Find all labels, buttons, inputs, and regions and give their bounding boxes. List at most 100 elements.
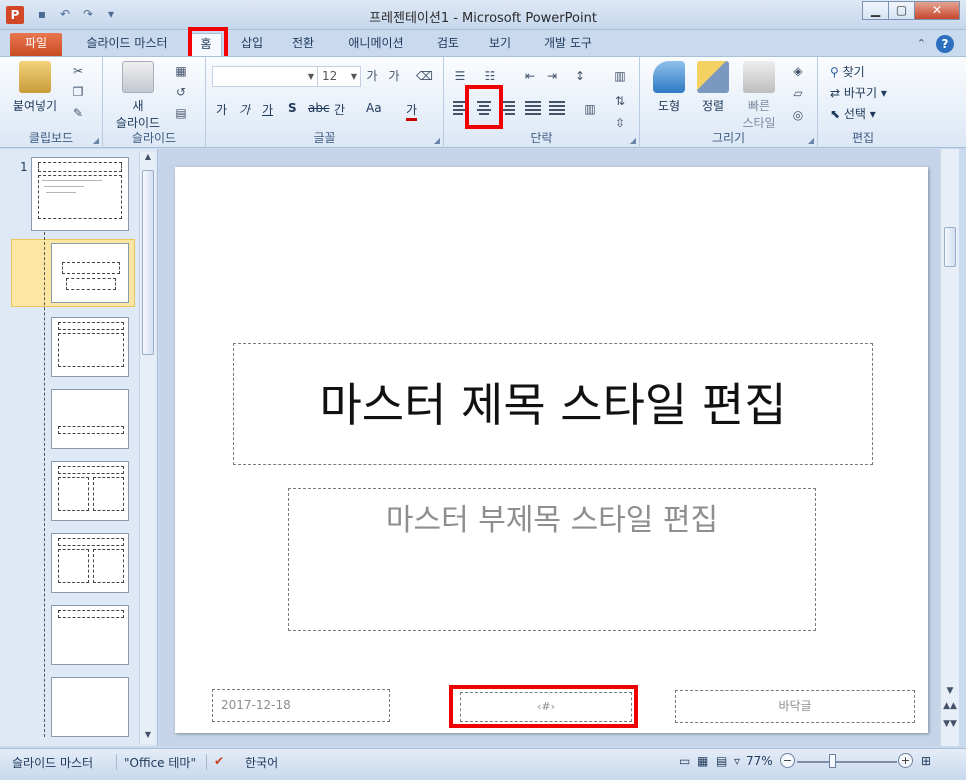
italic-button[interactable]: 가: [239, 101, 250, 118]
tab-view[interactable]: 보기: [480, 33, 520, 56]
text-direction-icon[interactable]: ⇅: [612, 93, 628, 109]
find-button[interactable]: ⚲ 찾기: [830, 63, 865, 80]
spellcheck-icon[interactable]: ✔: [214, 754, 224, 768]
font-name-combo[interactable]: ▼: [212, 66, 318, 87]
increase-indent-icon[interactable]: ⇥: [544, 68, 560, 84]
slide-scrollbar[interactable]: ▼ ▲▲ ▼▼: [940, 149, 959, 746]
master-thumbnail[interactable]: [31, 157, 129, 231]
highlight-slide-number: [449, 685, 638, 728]
layout-thumbnail-comparison[interactable]: [51, 533, 129, 593]
underline-button[interactable]: 가: [262, 101, 273, 118]
line-spacing-icon[interactable]: ↕: [572, 68, 588, 84]
zoom-level[interactable]: 77%: [746, 754, 773, 768]
clipboard-launcher-icon[interactable]: ◢: [93, 136, 99, 145]
shadow-button[interactable]: S: [288, 101, 297, 115]
layout-icon[interactable]: ▦: [173, 63, 189, 79]
tab-review[interactable]: 검토: [428, 33, 468, 56]
replace-button[interactable]: ⇄ 바꾸기 ▾: [830, 84, 887, 101]
decrease-indent-icon[interactable]: ⇤: [522, 68, 538, 84]
fit-slide-icon[interactable]: ⊞: [921, 754, 931, 768]
quick-styles-button[interactable]: 빠른 스타일: [736, 61, 782, 131]
copy-icon[interactable]: ❐: [70, 84, 86, 100]
zoom-slider-thumb[interactable]: [829, 754, 836, 768]
bold-button[interactable]: 가: [216, 101, 227, 118]
char-spacing-button[interactable]: 간: [334, 101, 345, 118]
paragraph-launcher-icon[interactable]: ◢: [630, 136, 636, 145]
scroll-down-icon[interactable]: ▼: [140, 730, 156, 744]
layout-thumbnail-section[interactable]: [51, 389, 129, 449]
scroll-up-icon[interactable]: ▲: [140, 152, 156, 166]
zoom-out-button[interactable]: −: [780, 753, 795, 768]
reading-view-icon[interactable]: ▤: [716, 754, 727, 768]
previous-slide-icon[interactable]: ▲▲: [941, 701, 959, 711]
help-icon[interactable]: ?: [936, 35, 954, 53]
tab-animations[interactable]: 애니메이션: [336, 33, 416, 56]
format-painter-icon[interactable]: ✎: [70, 105, 86, 121]
font-size-combo[interactable]: 12 ▼: [317, 66, 361, 87]
drawing-launcher-icon[interactable]: ◢: [808, 136, 814, 145]
change-case-button[interactable]: Aa: [366, 101, 382, 115]
slides-group: 새 슬라이드 ▦ ↺ ▤ 슬라이드: [103, 57, 206, 148]
find-icon: ⚲: [830, 65, 839, 79]
grow-font-icon[interactable]: 가: [364, 68, 380, 84]
next-slide-icon[interactable]: ▼▼: [941, 719, 959, 729]
section-icon[interactable]: ▤: [173, 105, 189, 121]
shape-effects-icon[interactable]: ◎: [790, 107, 806, 123]
clipboard-group: 붙여넣기 ✂ ❐ ✎ 클립보드 ◢: [0, 57, 103, 148]
scroll-down-icon[interactable]: ▼: [941, 686, 959, 696]
layout-thumbnail-two-content[interactable]: [51, 461, 129, 521]
layout-thumbnail-title-only[interactable]: [51, 605, 129, 665]
shape-outline-icon[interactable]: ▱: [790, 85, 806, 101]
arrange-button[interactable]: 정렬: [692, 61, 734, 114]
slideshow-icon[interactable]: ▿: [734, 754, 740, 768]
close-button[interactable]: ✕: [914, 1, 960, 20]
font-color-button[interactable]: 가: [406, 101, 418, 121]
status-language-label[interactable]: 한국어: [245, 754, 278, 771]
footer-placeholder[interactable]: 바닥글: [675, 690, 915, 723]
status-separator: [206, 754, 207, 770]
shapes-button[interactable]: 도형: [648, 61, 690, 114]
tab-developer[interactable]: 개발 도구: [533, 33, 603, 56]
thumb-line: [42, 180, 102, 181]
tab-transitions[interactable]: 전환: [283, 33, 323, 56]
columns-icon[interactable]: ▥: [612, 68, 628, 84]
tab-file[interactable]: 파일: [10, 33, 62, 56]
new-slide-button[interactable]: 새 슬라이드: [107, 61, 169, 131]
slide-sorter-icon[interactable]: ▦: [697, 754, 708, 768]
strikethrough-button[interactable]: abc: [308, 101, 330, 115]
layout-thumbnail-content[interactable]: [51, 317, 129, 377]
justify-button[interactable]: [523, 99, 543, 117]
layout-thumbnail-blank[interactable]: [51, 677, 129, 737]
clear-format-icon[interactable]: ⌫: [416, 68, 433, 84]
normal-view-icon[interactable]: ▭: [679, 754, 690, 768]
thumbnail-scroll-thumb[interactable]: [142, 170, 154, 355]
cut-icon[interactable]: ✂: [70, 63, 86, 79]
thumb-body-placeholder: [93, 549, 124, 583]
distributed-button[interactable]: [547, 99, 567, 117]
group-label-editing: 편집: [851, 131, 875, 145]
thumbnail-scrollbar[interactable]: ▲ ▼: [139, 152, 156, 744]
select-button[interactable]: ⬉ 선택 ▾: [830, 105, 876, 122]
tab-insert[interactable]: 삽입: [232, 33, 272, 56]
zoom-slider-track[interactable]: [797, 761, 897, 763]
title-placeholder[interactable]: 마스터 제목 스타일 편집: [233, 343, 873, 465]
paste-button[interactable]: 붙여넣기: [6, 61, 64, 114]
slide-scroll-thumb[interactable]: [944, 227, 956, 267]
minimize-ribbon-icon[interactable]: ⌃: [917, 35, 926, 53]
layout-thumbnail-title[interactable]: [51, 243, 129, 303]
date-placeholder[interactable]: 2017-12-18: [212, 689, 390, 722]
bullets-icon[interactable]: ☰: [452, 68, 468, 84]
shape-fill-icon[interactable]: ◈: [790, 63, 806, 79]
text-columns-icon[interactable]: ▥: [582, 101, 598, 117]
thumb-subtitle-placeholder: [66, 278, 116, 290]
reset-icon[interactable]: ↺: [173, 84, 189, 100]
subtitle-placeholder[interactable]: 마스터 부제목 스타일 편집: [288, 488, 816, 631]
maximize-button[interactable]: ▢: [888, 1, 915, 20]
tab-slide-master[interactable]: 슬라이드 마스터: [72, 33, 182, 56]
font-launcher-icon[interactable]: ◢: [434, 136, 440, 145]
shrink-font-icon[interactable]: 가: [386, 68, 402, 84]
layout-connector-line: [44, 232, 45, 737]
minimize-button[interactable]: ▁: [862, 1, 889, 20]
zoom-in-button[interactable]: +: [898, 753, 913, 768]
numbering-icon[interactable]: ☷: [482, 68, 498, 84]
